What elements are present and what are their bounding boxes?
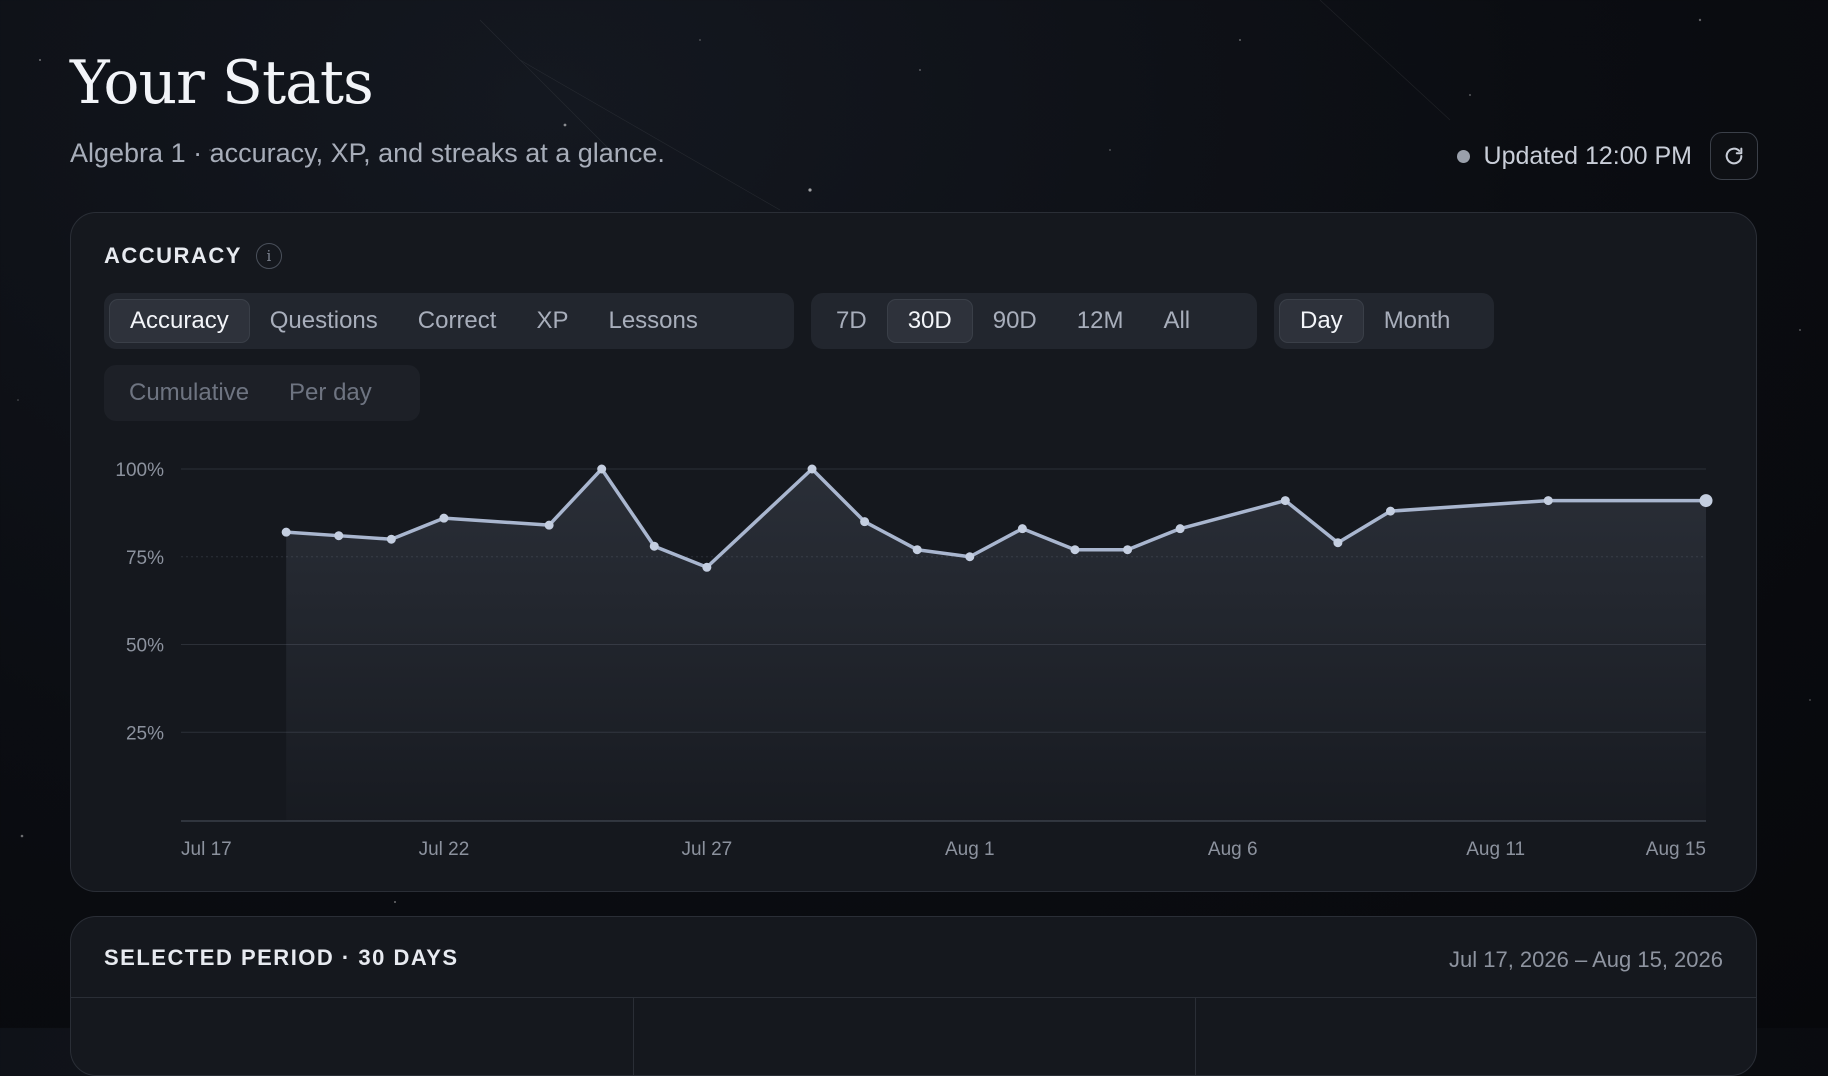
x-tick-label: Jul 17: [181, 839, 232, 860]
page-subtitle: Algebra 1 · accuracy, XP, and streaks at…: [70, 138, 665, 168]
data-point: [1333, 538, 1343, 548]
x-tick-label: Aug 6: [1208, 839, 1258, 860]
period-divider: [71, 997, 1756, 998]
data-point: [544, 520, 554, 530]
selected-period-card: SELECTED PERIOD · 30 DAYS Jul 17, 2026 –…: [70, 916, 1757, 1076]
period-title: SELECTED PERIOD · 30 DAYS: [104, 945, 459, 970]
data-point: [1543, 496, 1553, 506]
data-point: [649, 541, 659, 551]
data-point: [281, 527, 291, 537]
data-point: [702, 562, 712, 572]
data-point: [439, 513, 449, 523]
data-point: [1123, 545, 1133, 555]
refresh-button[interactable]: [1710, 132, 1758, 180]
period-column-divider: [1195, 997, 1196, 1075]
page-title: Your Stats: [70, 48, 374, 118]
x-tick-label: Jul 22: [419, 839, 470, 860]
x-tick-label: Aug 15: [1646, 839, 1706, 860]
data-point: [912, 545, 922, 555]
x-tick-label: Aug 11: [1466, 839, 1525, 860]
data-point: [1175, 524, 1185, 534]
period-range: Jul 17, 2026 – Aug 15, 2026: [1448, 947, 1723, 972]
data-point: [965, 552, 975, 562]
data-point: [386, 534, 396, 544]
y-tick-label: 75%: [126, 548, 164, 569]
x-tick-label: Jul 27: [682, 839, 733, 860]
data-point: [1070, 545, 1080, 555]
data-point: [860, 517, 870, 527]
x-tick-label: Aug 1: [945, 839, 995, 860]
accuracy-card: ACCURACY i Accuracy Questions Correct XP…: [70, 212, 1757, 892]
refresh-icon: [1725, 147, 1743, 165]
y-tick-label: 100%: [115, 460, 164, 481]
updated-text: Updated 12:00 PM: [1483, 141, 1692, 170]
y-tick-label: 50%: [126, 636, 164, 657]
data-point: [1385, 506, 1395, 516]
page-header: Your Stats Algebra 1 · accuracy, XP, and…: [70, 48, 665, 169]
data-point: [1699, 494, 1713, 508]
status-dot-icon: [1456, 149, 1470, 163]
updated-status: Updated 12:00 PM: [1456, 132, 1758, 180]
data-point: [1280, 496, 1290, 506]
data-point: [1017, 524, 1027, 534]
data-point: [597, 464, 607, 474]
y-tick-label: 25%: [126, 723, 164, 744]
data-point: [807, 464, 817, 474]
period-column-divider: [633, 997, 634, 1075]
data-point: [334, 531, 344, 541]
accuracy-chart: 100% 75% 50% 25% Jul 17 Jul 22 Jul 27 Aug 1 Aug …: [115, 460, 1713, 860]
